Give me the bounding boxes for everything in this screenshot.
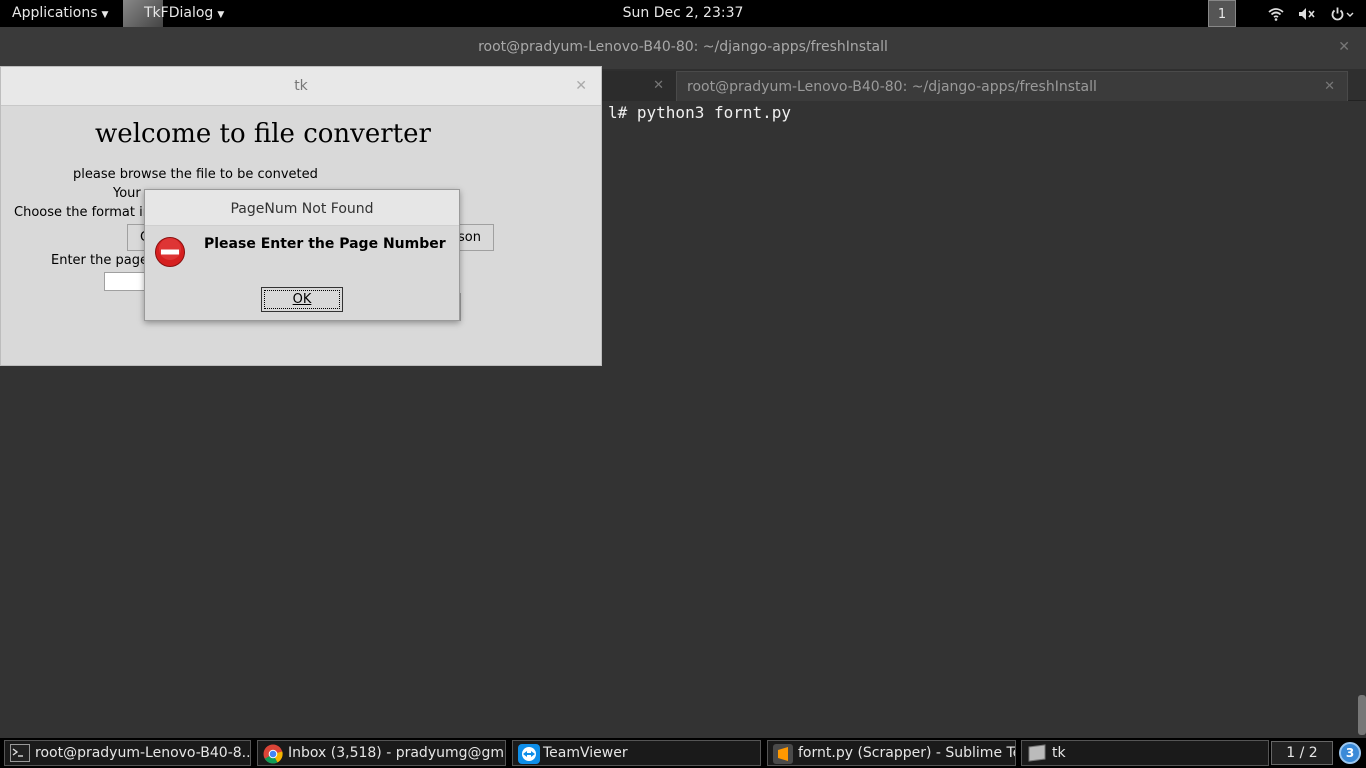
tk-window-title: tk [1,67,601,106]
applications-label: Applications [12,5,98,21]
terminal-tab-2[interactable]: root@pradyum-Lenovo-B40-80: ~/django-app… [676,71,1348,101]
terminal-title: root@pradyum-Lenovo-B40-80: ~/django-app… [0,27,1366,69]
browse-label: please browse the file to be conveted [73,167,318,182]
teamviewer-icon [518,744,540,764]
terminal-command-line: l# python3 fornt.py [608,103,792,122]
taskbar-item-label: Inbox (3,518) - pradyumg@gm... [288,745,506,761]
chrome-icon [263,744,283,764]
chevron-down-icon: ▼ [101,10,109,20]
welcome-heading: welcome to file converter [95,119,431,149]
taskbar-item-label: TeamViewer [543,745,628,761]
close-icon[interactable]: ✕ [1338,27,1350,67]
active-app-menu[interactable]: TkFDialog ▼ [144,0,224,27]
taskbar-item-sublime[interactable]: fornt.py (Scrapper) - Sublime Te... [767,740,1016,766]
taskbar-item-label: root@pradyum-Lenovo-B40-8... [35,745,251,761]
workspace-indicator[interactable]: 1 [1208,0,1236,27]
close-icon[interactable]: ✕ [653,71,664,101]
window-icon [1027,744,1047,762]
error-dialog: PageNum Not Found Please Enter the Page … [144,189,460,321]
terminal-icon [10,744,30,762]
taskbar-item-tk[interactable]: tk [1021,740,1269,766]
chevron-down-icon: ▼ [217,10,225,20]
active-app-label: TkFDialog [144,5,214,21]
taskbar-item-terminal[interactable]: root@pradyum-Lenovo-B40-8... [4,740,251,766]
taskbar: root@pradyum-Lenovo-B40-8... Inbox (3,51… [0,738,1366,768]
system-tray[interactable] [1268,0,1354,27]
close-icon[interactable]: ✕ [1324,72,1335,102]
close-icon[interactable]: ✕ [575,67,587,106]
power-icon[interactable] [1330,7,1354,21]
taskbar-item-teamviewer[interactable]: TeamViewer [512,740,761,766]
dialog-message: Please Enter the Page Number [204,236,446,252]
error-icon [154,236,186,272]
notification-badge[interactable]: 3 [1339,742,1361,764]
applications-menu[interactable]: Applications ▼ [12,0,108,27]
taskbar-item-chrome[interactable]: Inbox (3,518) - pradyumg@gm... [257,740,506,766]
desktop: Applications ▼ TkFDialog ▼ Sun Dec 2, 23:3… [0,0,1366,768]
wifi-icon[interactable] [1268,7,1284,21]
page-number-label: Enter the page [51,253,148,268]
terminal-tab-2-label: root@pradyum-Lenovo-B40-80: ~/django-app… [687,79,1097,95]
ok-button[interactable]: OK [261,287,343,312]
selected-file-label: Your [113,186,141,201]
format-label: Choose the format in [14,205,151,220]
taskbar-item-label: tk [1052,745,1066,761]
volume-muted-icon[interactable] [1298,7,1316,21]
sublime-icon [773,744,793,764]
top-bar: Applications ▼ TkFDialog ▼ Sun Dec 2, 23:3… [0,0,1366,27]
dialog-title: PageNum Not Found [145,190,459,226]
taskbar-item-label: fornt.py (Scrapper) - Sublime Te... [798,745,1016,761]
terminal-scrollbar[interactable] [1358,695,1366,735]
workspace-pager[interactable]: 1 / 2 [1271,741,1333,765]
